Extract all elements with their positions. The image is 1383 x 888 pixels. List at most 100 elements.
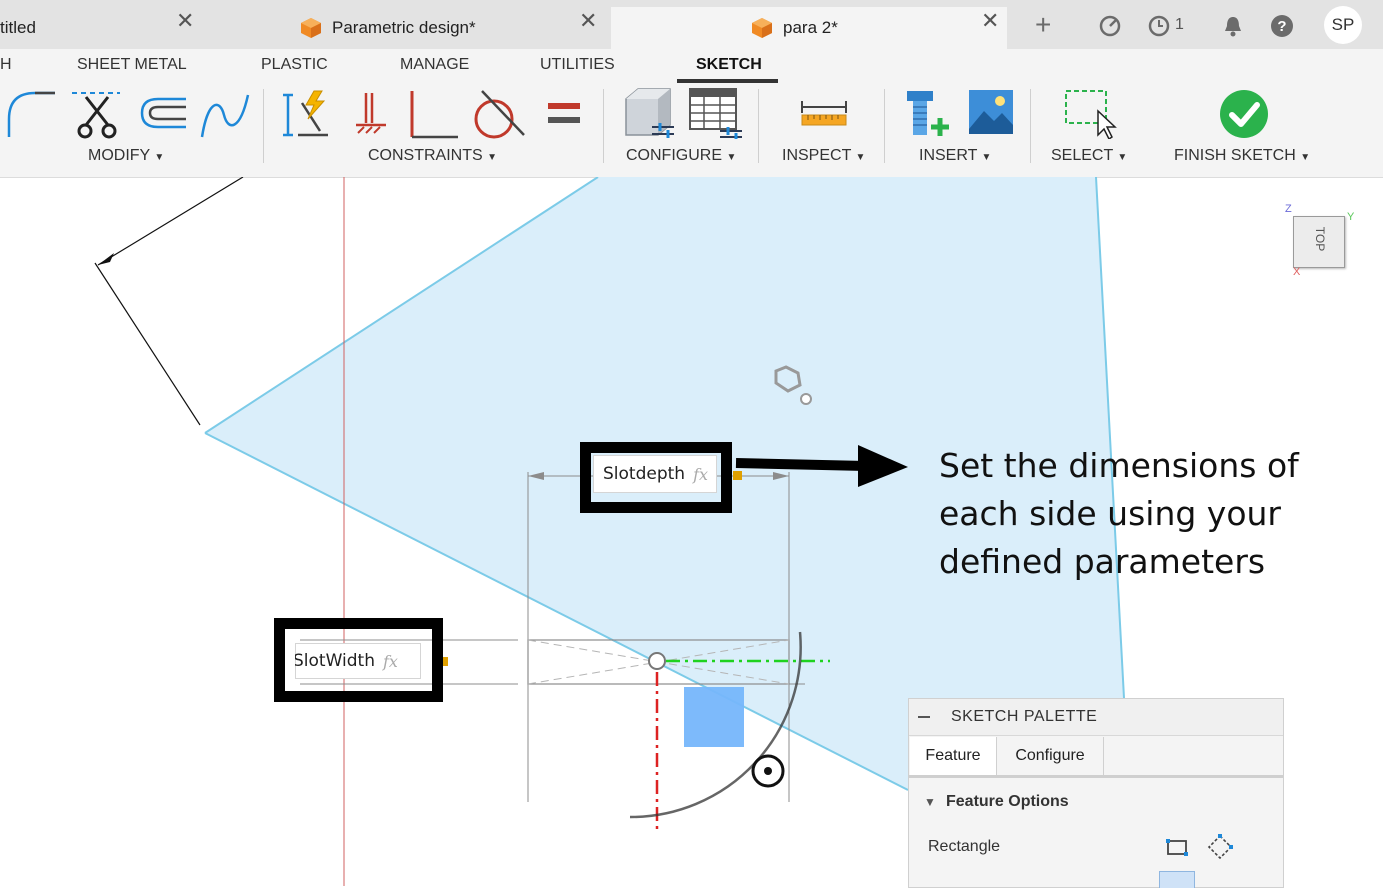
tab-feature[interactable]: Feature	[910, 737, 997, 775]
chevron-down-icon: ▼	[154, 152, 165, 163]
axis-y-label: Y	[1347, 211, 1355, 223]
arrowhead	[98, 253, 114, 265]
ribbon-tab-h[interactable]: H	[0, 56, 12, 74]
user-avatar[interactable]: SP	[1324, 6, 1362, 44]
slotwidth-dimension-input[interactable]: SlotWidth fx	[295, 643, 421, 679]
fx-icon[interactable]: fx	[693, 465, 708, 484]
insert-label: INSERT	[919, 147, 978, 164]
tangent-constraint-icon[interactable]	[472, 89, 528, 141]
group-divider	[263, 89, 264, 163]
insert-mcmaster-bolt-icon[interactable]	[903, 89, 953, 139]
annotation-arrow-shaft	[735, 458, 867, 471]
document-tab-untitled[interactable]: titled	[0, 7, 205, 49]
inspect-group-label[interactable]: INSPECT ▼	[782, 147, 865, 165]
rectangle-label: Rectangle	[928, 838, 1001, 855]
center-rectangle-option[interactable]	[1159, 871, 1195, 888]
origin-point	[648, 652, 666, 670]
select-group-label[interactable]: SELECT ▼	[1051, 147, 1127, 165]
job-count: 1	[1175, 16, 1184, 33]
ribbon-tab-manage[interactable]: MANAGE	[400, 56, 469, 74]
document-tab-bar: titled ✕ Parametric design* ✕ para 2* ✕ …	[0, 0, 1383, 49]
configure-part-icon[interactable]	[622, 87, 678, 139]
lock-icon	[733, 471, 742, 480]
sketch-line	[94, 262, 201, 426]
help-icon[interactable]: ?	[1270, 14, 1294, 38]
configuration-table-icon[interactable]	[688, 87, 744, 139]
extensions-icon[interactable]	[1099, 15, 1121, 37]
tab-label: Parametric design*	[332, 18, 476, 37]
view-cube[interactable]: TOP Z Y X	[1285, 203, 1355, 285]
slotdepth-dimension-input[interactable]: Slotdepth fx	[593, 455, 717, 493]
document-tab-para-2[interactable]: para 2*	[611, 7, 1007, 49]
collapse-minus-icon[interactable]	[918, 716, 930, 718]
view-cube-label: TOP	[1313, 226, 1328, 252]
job-status-clock-icon[interactable]	[1148, 15, 1170, 37]
close-icon[interactable]: ✕	[981, 8, 999, 34]
tab-label: Feature	[925, 747, 981, 764]
chevron-down-icon: ▼	[981, 152, 992, 163]
triangle-down-icon[interactable]: ▼	[924, 795, 936, 809]
slotwidth-value: SlotWidth	[295, 651, 375, 671]
chevron-down-icon: ▼	[855, 152, 866, 163]
view-cube-face-top[interactable]: TOP	[1293, 216, 1345, 268]
close-icon[interactable]: ✕	[176, 8, 194, 34]
ribbon-tab-plastic[interactable]: PLASTIC	[261, 56, 328, 74]
group-divider	[884, 89, 885, 163]
ribbon-tab-sheet-metal[interactable]: SHEET METAL	[77, 56, 187, 74]
modify-label: MODIFY	[88, 147, 150, 164]
sketch-palette: SKETCH PALETTE Feature Configure ▼ Featu…	[908, 698, 1284, 888]
select-label: SELECT	[1051, 147, 1113, 164]
modify-group-label[interactable]: MODIFY ▼	[88, 147, 164, 165]
insert-group-label[interactable]: INSERT ▼	[919, 147, 991, 165]
tab-label: Configure	[1015, 747, 1085, 764]
fx-icon[interactable]: fx	[383, 652, 398, 671]
design-cube-icon	[301, 18, 321, 38]
two-point-rectangle-icon[interactable]	[1165, 837, 1189, 859]
coincident-constraint-icon[interactable]	[350, 89, 392, 141]
design-cube-icon	[752, 18, 772, 38]
configure-group-label[interactable]: CONFIGURE ▼	[626, 147, 736, 165]
window-select-icon[interactable]	[1064, 89, 1118, 139]
close-icon[interactable]: ✕	[579, 8, 597, 34]
measure-ruler-icon[interactable]	[800, 99, 848, 129]
three-point-rectangle-icon[interactable]	[1207, 834, 1233, 860]
inspect-label: INSPECT	[782, 147, 852, 164]
fillet-icon[interactable]	[5, 89, 59, 141]
tab-label: para 2*	[783, 18, 838, 37]
sketch-line	[97, 177, 244, 266]
palette-header[interactable]: SKETCH PALETTE	[909, 699, 1283, 736]
sketch-point	[800, 393, 812, 405]
constraints-label: CONSTRAINTS	[368, 147, 483, 164]
feature-options-heading[interactable]: Feature Options	[946, 793, 1069, 811]
group-divider	[1030, 89, 1031, 163]
ribbon-tab-sketch[interactable]: SKETCH	[696, 56, 762, 74]
finish-sketch-button[interactable]: FINISH SKETCH ▼	[1174, 147, 1310, 165]
active-tab-indicator	[677, 79, 778, 83]
trim-scissors-icon[interactable]	[70, 89, 124, 141]
chevron-down-icon: ▼	[1300, 152, 1311, 163]
perpendicular-constraint-icon[interactable]	[406, 89, 462, 141]
new-tab-plus-icon[interactable]: +	[1035, 9, 1051, 41]
document-tab-parametric-design[interactable]: Parametric design*	[300, 7, 610, 49]
spline-icon[interactable]	[198, 89, 252, 141]
notifications-bell-icon[interactable]	[1222, 15, 1244, 37]
offset-icon[interactable]	[134, 89, 190, 141]
slotdepth-value: Slotdepth	[603, 464, 686, 484]
selection-square	[684, 687, 744, 747]
chevron-down-icon: ▼	[487, 152, 498, 163]
chevron-down-icon: ▼	[1117, 152, 1128, 163]
tab-label: titled	[0, 18, 36, 37]
equal-constraint-icon[interactable]	[546, 89, 582, 141]
chevron-down-icon: ▼	[726, 152, 737, 163]
constraints-group-label[interactable]: CONSTRAINTS ▼	[368, 147, 497, 165]
insert-canvas-image-icon[interactable]	[968, 89, 1014, 135]
finish-sketch-check-icon[interactable]	[1219, 89, 1269, 139]
finish-sketch-label: FINISH SKETCH	[1174, 147, 1296, 164]
tab-divider	[909, 775, 1283, 778]
axis-x-label: X	[1293, 266, 1301, 278]
tab-configure[interactable]: Configure	[997, 737, 1104, 775]
ribbon-tab-utilities[interactable]: UTILITIES	[540, 56, 615, 74]
auto-constrain-icon[interactable]	[280, 89, 334, 141]
axis-z-label: Z	[1285, 203, 1292, 215]
svg-text:?: ?	[1277, 18, 1286, 35]
